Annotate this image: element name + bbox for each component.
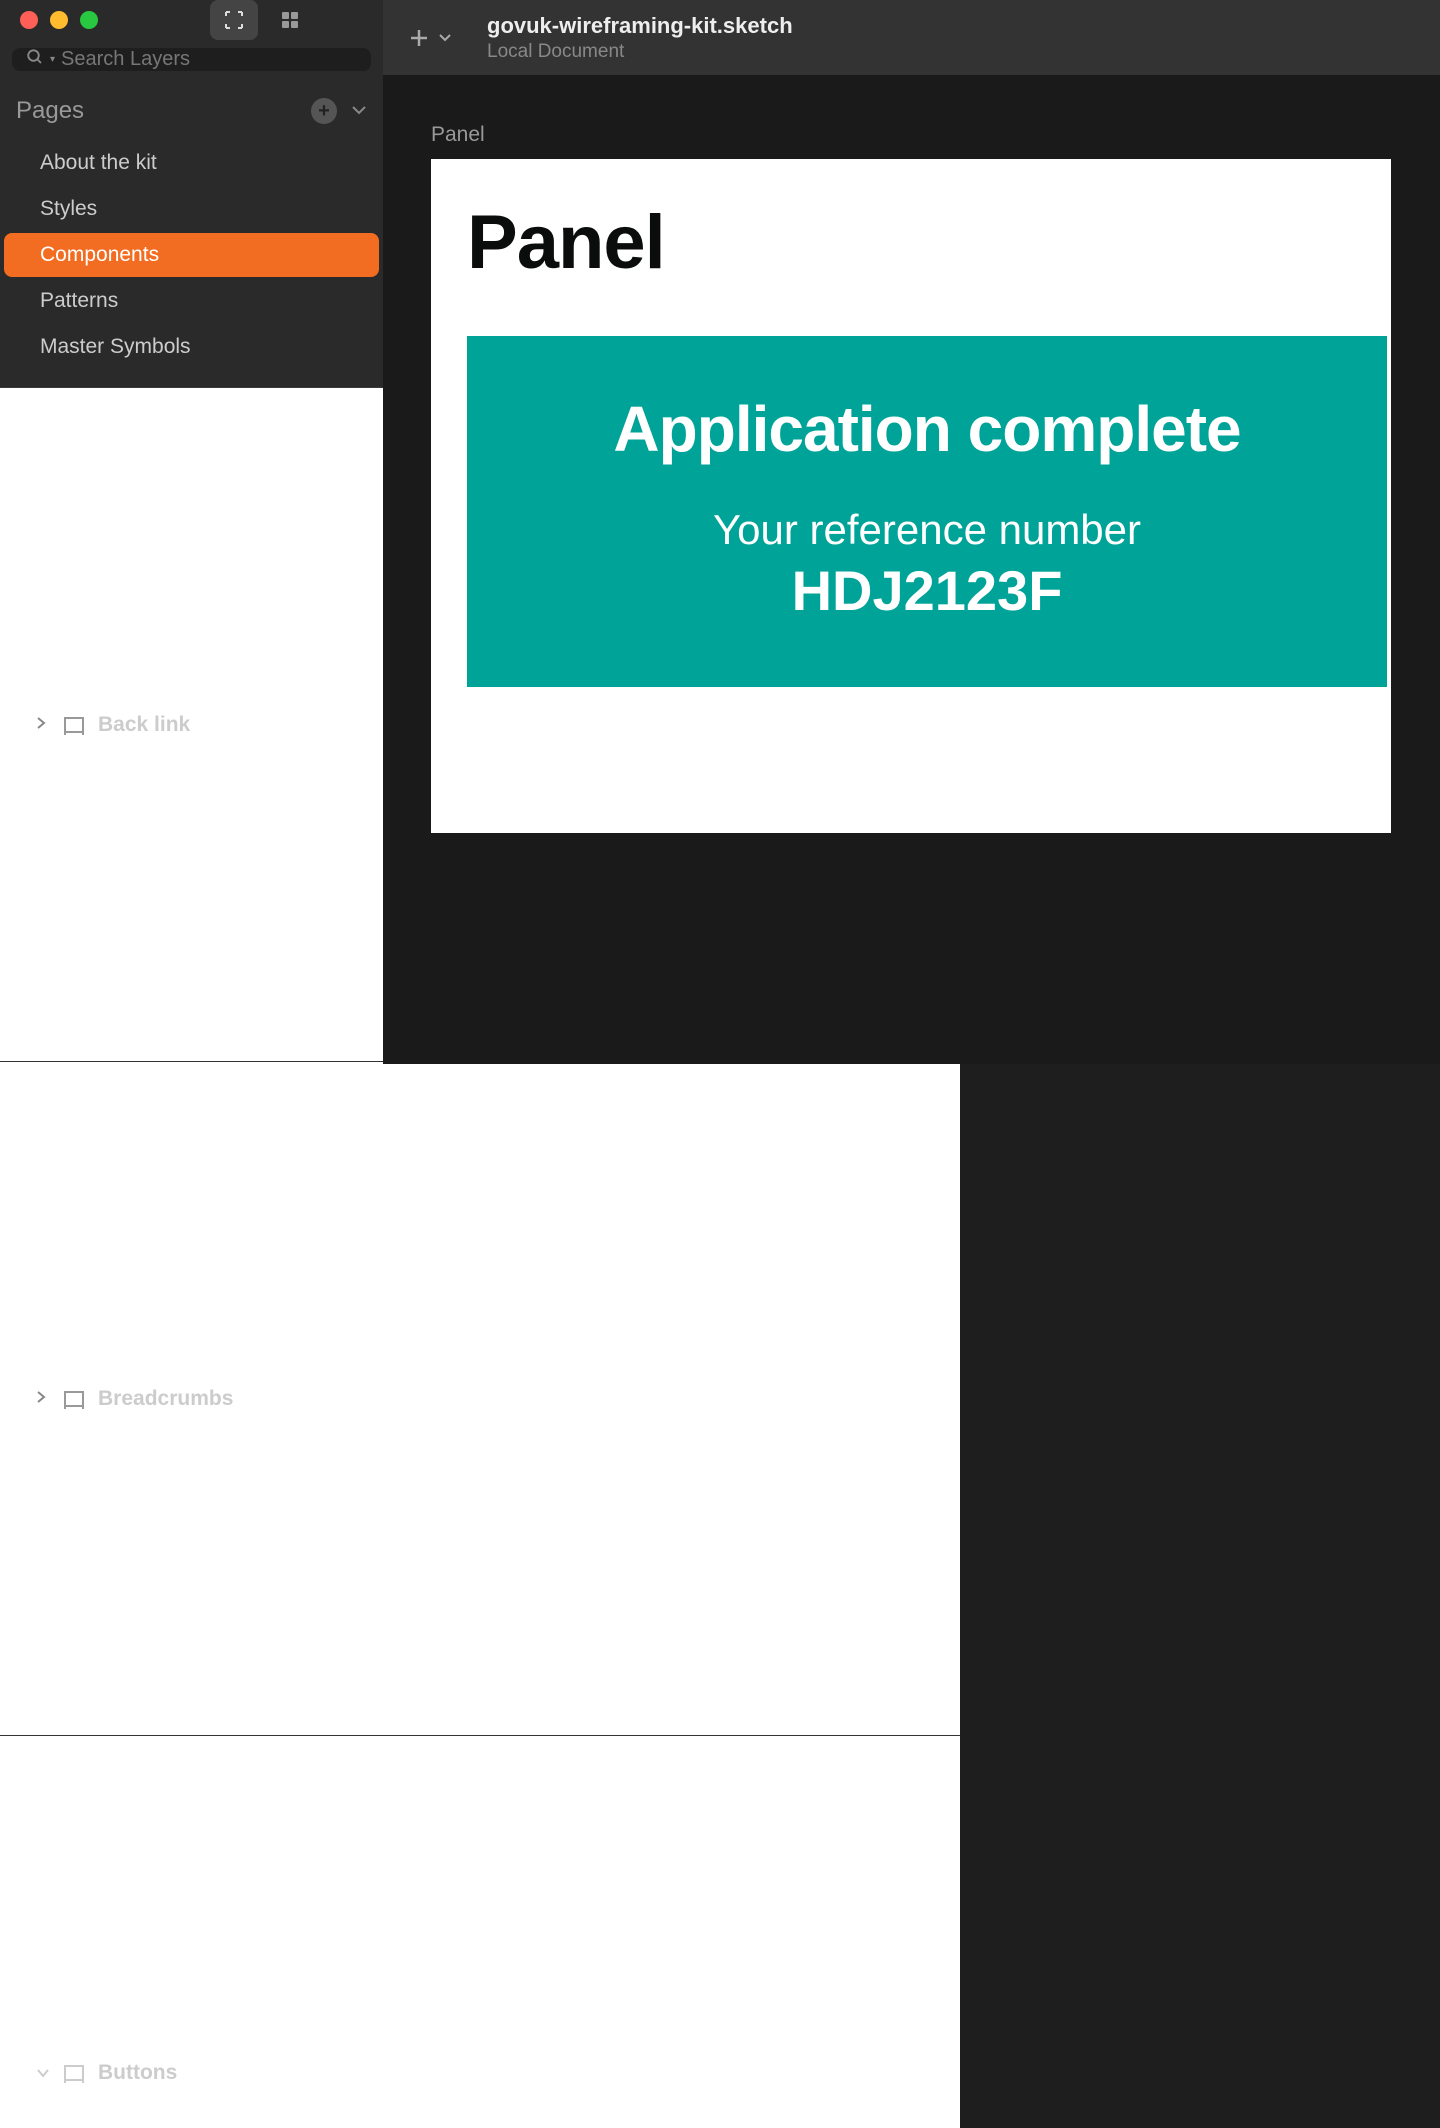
artboard-icon <box>62 1389 86 1409</box>
collapse-pages-icon[interactable] <box>351 102 367 120</box>
chevron-right-icon <box>36 1390 50 1407</box>
chevron-right-icon <box>36 716 50 733</box>
maximize-window-button[interactable] <box>80 11 98 29</box>
close-window-button[interactable] <box>20 11 38 29</box>
artboard-icon <box>62 2063 86 2083</box>
chevron-down-icon <box>36 2065 50 2081</box>
sidebar: ▾ Pages + About the kit Styles Component… <box>0 0 383 1064</box>
page-item-styles[interactable]: Styles <box>4 187 379 231</box>
page-item-patterns[interactable]: Patterns <box>4 279 379 323</box>
search-dropdown-icon[interactable]: ▾ <box>50 54 55 65</box>
canvas[interactable]: Panel Panel Application complete Your re… <box>383 75 1440 1064</box>
add-page-button[interactable]: + <box>311 98 337 124</box>
artboard-panel[interactable]: Panel Application complete Your referenc… <box>431 159 1391 833</box>
panel-heading[interactable]: Panel <box>467 199 1391 286</box>
search-input[interactable] <box>61 48 357 71</box>
minimize-window-button[interactable] <box>50 11 68 29</box>
titlebar <box>0 0 383 40</box>
document-subtitle: Local Document <box>487 41 793 63</box>
chevron-down-icon <box>439 34 451 42</box>
insert-button[interactable] <box>407 26 451 50</box>
layer-label: Buttons <box>98 2061 960 2085</box>
page-item-about[interactable]: About the kit <box>4 141 379 185</box>
document-info: govuk-wireframing-kit.sketch Local Docum… <box>487 13 793 63</box>
panel-title: Application complete <box>507 392 1347 466</box>
layers-list: Back link Breadcrumbs Buttons <box>0 387 383 2128</box>
grid-icon <box>278 8 302 32</box>
view-switcher <box>210 0 314 40</box>
search-icon <box>26 48 44 71</box>
main-area: govuk-wireframing-kit.sketch Local Docum… <box>383 0 1440 1064</box>
govuk-panel[interactable]: Application complete Your reference numb… <box>467 336 1387 687</box>
canvas-view-button[interactable] <box>210 0 258 40</box>
artboard-buttons[interactable]: Buttons <box>0 1736 960 2128</box>
pages-title: Pages <box>16 97 84 125</box>
artboard-label[interactable]: Panel <box>431 123 1440 147</box>
artboard-breadcrumbs[interactable]: Breadcrumbs <box>0 1062 960 1736</box>
panel-body-prefix: Your reference number <box>507 506 1347 554</box>
main-toolbar: govuk-wireframing-kit.sketch Local Docum… <box>383 0 1440 75</box>
page-item-master-symbols[interactable]: Master Symbols <box>4 325 379 369</box>
search-box[interactable]: ▾ <box>12 48 371 71</box>
panel-reference: HDJ2123F <box>507 558 1347 623</box>
artboard-icon <box>62 715 86 735</box>
layer-label: Breadcrumbs <box>98 1387 960 1411</box>
pages-header: Pages + <box>0 79 383 137</box>
pages-list: About the kit Styles Components Patterns… <box>0 137 383 375</box>
document-title: govuk-wireframing-kit.sketch <box>487 13 793 39</box>
page-item-components[interactable]: Components <box>4 233 379 277</box>
plus-icon <box>407 26 431 50</box>
canvas-icon <box>222 8 246 32</box>
pages-actions: + <box>311 98 367 124</box>
window-controls <box>20 11 98 29</box>
components-view-button[interactable] <box>266 0 314 40</box>
